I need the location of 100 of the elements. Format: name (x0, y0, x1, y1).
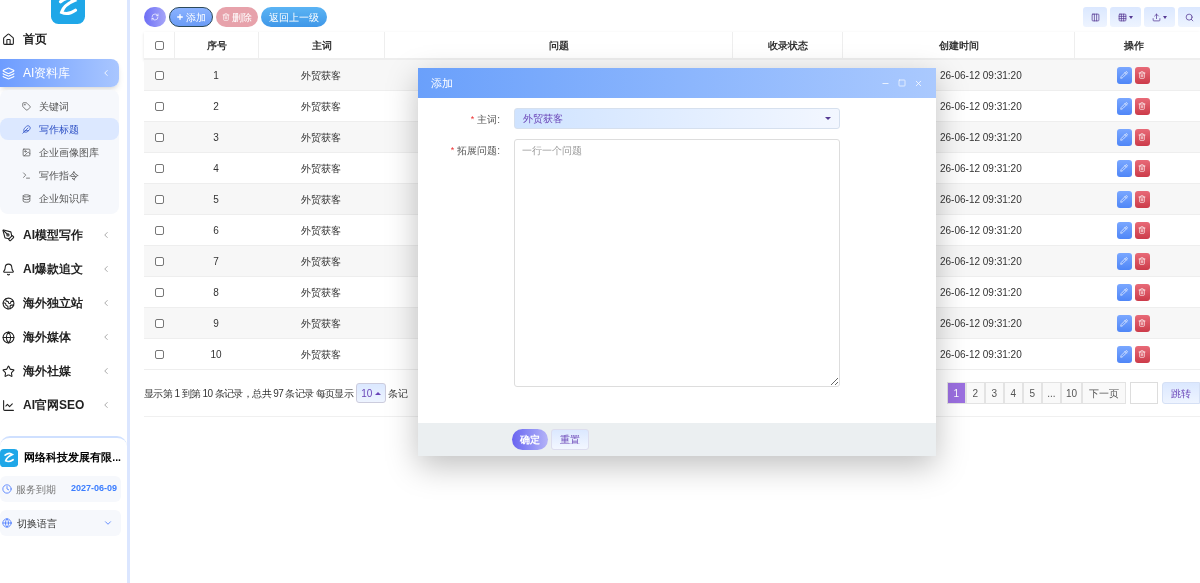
export-dropdown-button[interactable] (1144, 7, 1175, 27)
row-checkbox[interactable] (154, 225, 164, 235)
sidebar-menu-item[interactable]: 海外社媒 (0, 357, 119, 385)
sidebar-menu-item[interactable]: 海外独立站 (0, 289, 119, 317)
edit-button[interactable] (1116, 128, 1132, 146)
delete-row-button[interactable] (1134, 66, 1150, 84)
menu-icon (2, 262, 15, 276)
column-header: 序号 (174, 32, 258, 58)
row-checkbox[interactable] (154, 40, 164, 50)
next-page-button[interactable]: 下一页 (1082, 382, 1126, 404)
submenu-item[interactable]: 关键词 (0, 95, 119, 117)
menu-icon (2, 296, 15, 310)
edit-button[interactable] (1116, 190, 1132, 208)
row-checkbox[interactable] (154, 287, 164, 297)
edit-button[interactable] (1116, 66, 1132, 84)
page-button[interactable]: 1 (946, 382, 966, 404)
columns-icon (1090, 12, 1100, 22)
dialog-title: 添加 (431, 75, 454, 91)
edit-button[interactable] (1116, 97, 1132, 115)
jump-button[interactable]: 跳转 (1162, 382, 1200, 404)
submenu-item[interactable]: 写作标题 (0, 118, 119, 140)
menu-icon (2, 66, 15, 80)
pencil-icon (1120, 71, 1128, 79)
table-cell-text: 外贸获客 (301, 192, 341, 207)
edit-button[interactable] (1116, 159, 1132, 177)
sidebar-menu-item[interactable]: AI官网SEO (0, 391, 119, 419)
edit-button[interactable] (1116, 221, 1132, 239)
table-cell: 26-06-12 09:31:20 (940, 224, 1022, 236)
row-checkbox[interactable] (154, 132, 164, 142)
pencil-icon (1120, 164, 1128, 172)
table-cell-text: 5 (213, 192, 219, 207)
submenu-item[interactable]: 企业画像图库 (0, 141, 119, 163)
menu-icon (2, 228, 15, 242)
submenu-icon (22, 101, 31, 111)
delete-row-button[interactable] (1134, 159, 1150, 177)
table-cell: 26-06-12 09:31:20 (940, 100, 1022, 112)
refresh-button[interactable] (144, 7, 166, 27)
row-checkbox[interactable] (154, 318, 164, 328)
columns-dropdown-button[interactable] (1110, 7, 1141, 27)
submenu-icon (22, 147, 31, 157)
sidebar-menu-item[interactable]: 首页 (0, 25, 119, 53)
table-cell: 26-06-12 09:31:20 (940, 69, 1022, 81)
page-jump-field[interactable] (1130, 382, 1158, 404)
delete-row-button[interactable] (1134, 345, 1150, 363)
keyword-select[interactable]: 外贸获客 (514, 108, 840, 129)
edit-button[interactable] (1116, 314, 1132, 332)
sidebar-menu-item[interactable]: AI爆款追文 (0, 255, 119, 283)
table-cell-text: 外贸获客 (301, 254, 341, 269)
submenu-item[interactable]: 企业知识库 (0, 187, 119, 209)
trash-icon (1138, 164, 1146, 172)
delete-row-button[interactable] (1134, 314, 1150, 332)
chevron-down-icon (103, 518, 113, 528)
company-name: 网络科技发展有限... (24, 450, 121, 466)
table-cell-text: 6 (213, 223, 219, 238)
row-checkbox[interactable] (154, 349, 164, 359)
delete-row-button[interactable] (1134, 221, 1150, 239)
expiry-label: 服务到期 (16, 482, 57, 497)
column-header: 创建时间 (842, 32, 1074, 58)
language-switcher[interactable]: 切换语言 (0, 510, 121, 536)
reset-button[interactable]: 重置 (551, 429, 589, 450)
table-cell: 26-06-12 09:31:20 (940, 348, 1022, 360)
sidebar-menu-item[interactable]: AI模型写作 (0, 221, 119, 249)
row-checkbox[interactable] (154, 194, 164, 204)
row-checkbox[interactable] (154, 101, 164, 111)
delete-row-button[interactable] (1134, 128, 1150, 146)
table-cell-text: 外贸获客 (301, 316, 341, 331)
column-header: 问题 (384, 32, 732, 58)
table-cell-text: 外贸获客 (301, 347, 341, 362)
table-cell-text: 4 (213, 161, 219, 176)
search-button[interactable] (1178, 7, 1200, 27)
table-cell-text: 外贸获客 (301, 285, 341, 300)
required-mark: * (470, 112, 475, 126)
trash-icon (1138, 350, 1146, 358)
edit-button[interactable] (1116, 252, 1132, 270)
row-checkbox[interactable] (154, 163, 164, 173)
delete-row-button[interactable] (1134, 190, 1150, 208)
edit-button[interactable] (1116, 283, 1132, 301)
globe-icon (2, 518, 12, 528)
required-mark: * (450, 143, 455, 157)
edit-button[interactable] (1116, 345, 1132, 363)
delete-row-button[interactable] (1134, 252, 1150, 270)
pencil-icon (1120, 257, 1128, 265)
pencil-icon (1120, 195, 1128, 203)
delete-row-button[interactable] (1134, 97, 1150, 115)
pencil-icon (1120, 350, 1128, 358)
page-size-select[interactable]: 10 (356, 383, 387, 403)
row-checkbox[interactable] (154, 256, 164, 266)
submenu-item[interactable]: 写作指令 (0, 164, 119, 186)
toggle-view-button[interactable] (1083, 7, 1107, 27)
row-checkbox[interactable] (154, 70, 164, 80)
table-cell: 26-06-12 09:31:20 (940, 286, 1022, 298)
table-cell-text: 2 (213, 99, 219, 114)
column-header: 收录状态 (732, 32, 842, 58)
pencil-icon (1120, 288, 1128, 296)
table-cell: 26-06-12 09:31:20 (940, 317, 1022, 329)
sidebar-menu-item[interactable]: 海外媒体 (0, 323, 119, 351)
page-button[interactable]: 10 (1060, 382, 1082, 404)
pencil-icon (1120, 226, 1128, 234)
delete-row-button[interactable] (1134, 283, 1150, 301)
plus-icon (176, 13, 184, 21)
